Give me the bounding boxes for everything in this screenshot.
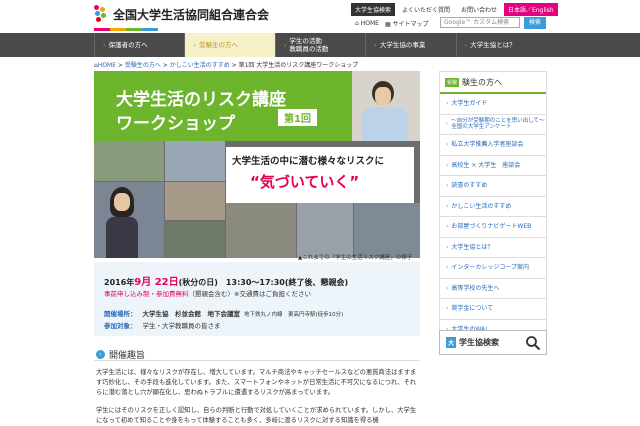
arrow-icon: › [283,41,287,49]
magnifier-icon [526,336,541,351]
sidebar-item-teachers[interactable]: › 高等学校の先生へ [440,278,546,299]
sidebar-item-intercollege[interactable]: › インターカレッジコープ案内 [440,258,546,279]
breadcrumb: ⌂HOME > 受験生の方へ > かしこい生活のすすめ > 第1回 大学生活のリ… [94,62,359,69]
sidebar-item-about[interactable]: › 大学生協とは？ [440,237,546,258]
search-input[interactable]: Google™ カスタム検索 [440,17,520,28]
nav-about[interactable]: › 大学生協とは？ [455,33,546,57]
arrow-icon: › [446,223,449,231]
section-paragraph-1: 大学生活には、様々なリスクが存在し、増大しています。マルチ商法やキャッチセールス… [96,369,417,396]
nav-parents[interactable]: › 保護者の方へ [94,33,184,57]
event-info-box: 2016年9月 22日(秋分の日) 13:30～17:30(終了後、懇親会) 事… [94,262,420,336]
arrow-icon: › [374,41,377,49]
nav-business[interactable]: › 大学生協の事業 [365,33,455,57]
banner-subtitle: 大学生活の中に潜む様々なリスクに [232,156,385,167]
sidebar-item-survey[interactable]: › 〜自分が受験期のことを思い出して〜 全国の大学生アンケート [440,114,546,135]
banner-title-area: 大学生活のリスク講座 ワークショップ 第1回 [94,71,352,141]
arrow-icon: › [446,243,449,251]
sidebar: 受験 験生の方へ › 大学生ガイド › 〜自分が受験期のことを思い出して〜 全国の大学… [439,71,547,341]
nav-examinees[interactable]: › 受験生の方へ [184,33,275,57]
arrow-icon: › [446,284,449,292]
banner-title-line1: 大学生活のリスク講座 [116,90,286,110]
language-switch[interactable]: 日本語／English [504,3,558,16]
arrow-icon: › [464,41,468,49]
chevron-right-icon: › [96,350,105,359]
participant-photo [102,181,142,258]
sidebar-item-private-roundtable[interactable]: › 私立大学推薦入学者座談会 [440,135,546,156]
global-nav: › 保護者の方へ › 受験生の方へ › 学生の活動 教職員の活動 › 大学生協の事業 ›… [0,33,640,57]
sitemap-icon: ▦ [384,21,391,28]
arrow-icon: › [446,202,449,210]
breadcrumb-current: 第1回 大学生活のリスク講座ワークショップ [238,62,359,69]
sidebar-item-hs-roundtable[interactable]: › 高校生 × 大学生 座談会 [440,155,546,176]
sidebar-header: 受験 験生の方へ [440,72,546,94]
top-link-faq[interactable]: よくいただく質問 [398,3,454,16]
top-link-coop-search[interactable]: 大学生協検索 [351,3,396,16]
sidebar-item-room-navi[interactable]: › お部屋づくりナビゲートWEB [440,217,546,238]
arrow-icon: › [446,182,449,190]
sidebar-item-scholarship[interactable]: › 奨学金について [440,299,546,320]
site-logo[interactable]: 全国大学生活協同組合連合会 [94,5,269,23]
banner-title-line2: ワークショップ [116,114,235,134]
home-link[interactable]: ⌂ HOME [355,20,379,27]
section-paragraph-2: 学生にはそのリスクを正しく認知し、自らの判断と行動で対処していくことが求められて… [96,407,417,424]
arrow-icon: › [446,100,449,108]
arrow-icon: › [193,41,197,49]
site-header: 全国大学生活協同組合連合会 大学生協検索 よくいただく質問 お問い合わせ 日本語… [0,0,640,33]
event-target: 参加対象： 学生・大学教職員の皆さま [104,322,221,330]
utility-links: ⌂ HOME ▦ サイトマップ [355,19,429,28]
coop-search-icon: 大 [446,337,457,348]
breadcrumb-smart-life[interactable]: かしこい生活のすすめ [170,62,230,69]
banner-badge: 第1回 [278,109,317,126]
section-divider [94,360,420,361]
event-registration: 事前申し込み制・参加費無料（懇親会含む）※交通費はご負担ください [104,290,311,298]
sidebar-item-reading[interactable]: › 読書のすすめ [440,176,546,197]
breadcrumb-home[interactable]: HOME [98,62,116,69]
sidebar-header-icon: 受験 [445,77,460,87]
sitemap-link[interactable]: ▦ サイトマップ [385,19,429,28]
coop-search-banner[interactable]: 大学生協検索 [439,330,547,355]
search-button[interactable]: 検索 [524,17,546,29]
arrow-icon: › [446,141,449,149]
arrow-icon: › [446,161,449,169]
top-links: 大学生協検索 よくいただく質問 お問い合わせ 日本語／English [351,3,558,16]
arrow-icon: › [446,305,449,313]
sidebar-item-smart-life[interactable]: › かしこい生活のすすめ [440,196,546,217]
event-date: 2016年9月 22日(秋分の日) 13:30～17:30(終了後、懇親会) [104,277,349,288]
banner-caption: ▲これまでの「学生の生活リスク講座」の様子 [298,255,413,261]
nav-activities[interactable]: › 学生の活動 教職員の活動 [274,33,365,57]
home-icon: ⌂ [355,20,359,27]
workshop-banner: 大学生活のリスク講座 ワークショップ 第1回 大学生活の中に潜む様々なリスクに … [94,71,420,258]
top-link-contact[interactable]: お問い合わせ [457,3,501,16]
arrow-icon: › [446,121,449,127]
banner-catchphrase: “気づいていく” [250,173,360,191]
event-venue: 開催場所： 大学生協 杉並会館 地下会議室 地下鉄丸ノ内線 東高円寺駅(徒歩10分) [104,310,344,318]
color-stripe [94,28,158,31]
speaker-photo [352,71,420,147]
arrow-icon: › [446,264,449,272]
logo-text: 全国大学生活協同組合連合会 [113,7,270,22]
breadcrumb-examinees[interactable]: 受験生の方へ [125,62,161,69]
logo-icon [94,5,108,23]
arrow-icon: › [103,41,106,49]
sidebar-item-guide[interactable]: › 大学生ガイド [440,94,546,115]
